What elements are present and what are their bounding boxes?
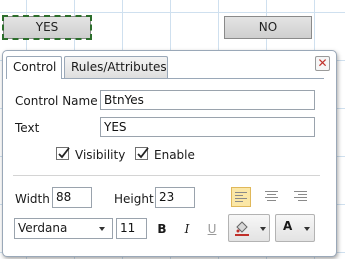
checkmark-icon [58, 147, 70, 159]
tab-control[interactable]: Control [6, 56, 62, 79]
chevron-down-icon [304, 227, 310, 231]
align-center-button[interactable] [262, 187, 282, 207]
font-family-select[interactable]: Verdana [14, 218, 113, 239]
control-name-label: Control Name [15, 94, 98, 108]
section-divider [13, 175, 320, 176]
control-properties-panel: Control Rules/Attributes ✕ Control Name … [2, 50, 337, 257]
chevron-down-icon [260, 227, 266, 231]
close-icon[interactable]: ✕ [315, 56, 330, 71]
fill-color-button[interactable] [228, 214, 270, 242]
visibility-checkbox[interactable] [56, 147, 70, 160]
align-right-button[interactable] [291, 187, 311, 207]
text-label: Text [15, 121, 40, 135]
enable-label: Enable [154, 148, 195, 162]
italic-button[interactable]: I [178, 219, 196, 239]
width-label: Width [15, 192, 50, 206]
bold-button[interactable]: B [153, 219, 171, 239]
height-input[interactable]: 23 [155, 187, 195, 208]
font-color-label: A [283, 219, 293, 233]
height-label: Height [114, 192, 154, 206]
checkmark-icon [137, 147, 149, 159]
yes-button[interactable]: YES [2, 15, 92, 40]
enable-checkbox[interactable] [135, 147, 149, 160]
underline-button[interactable]: U [203, 219, 221, 239]
font-family-value: Verdana [18, 221, 68, 235]
font-color-button[interactable]: A [275, 214, 315, 242]
tab-rules-attributes[interactable]: Rules/Attributes [64, 56, 168, 78]
text-input[interactable]: YES [100, 117, 315, 137]
align-left-button[interactable] [231, 187, 251, 207]
paint-bucket-icon [235, 221, 249, 236]
font-size-input[interactable]: 11 [116, 218, 147, 239]
no-button[interactable]: NO [224, 16, 312, 39]
control-name-input[interactable]: BtnYes [100, 90, 315, 110]
width-input[interactable]: 88 [52, 187, 92, 208]
visibility-label: Visibility [75, 148, 126, 162]
chevron-down-icon [99, 227, 105, 231]
